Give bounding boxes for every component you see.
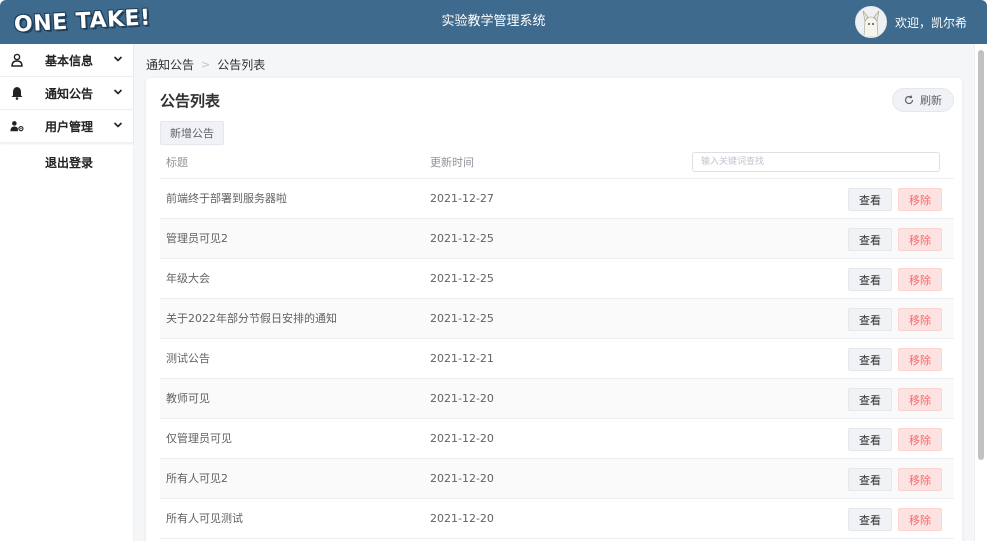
table-row: 前端终于部署到服务器啦 2021-12-27 查看 移除 <box>160 179 954 219</box>
notice-list-card: 公告列表 刷新 新增公告 标题 更新时间 前端终于部署到服务器啦 2021-12… <box>146 78 962 541</box>
refresh-button[interactable]: 刷新 <box>892 88 954 112</box>
row-title: 所有人可见测试 <box>166 512 243 525</box>
table-row: 所有人可见2 2021-12-20 查看 移除 <box>160 459 954 499</box>
chevron-down-icon <box>113 56 123 62</box>
view-button[interactable]: 查看 <box>848 268 892 291</box>
search-input[interactable] <box>692 152 940 172</box>
chevron-down-icon <box>113 122 123 128</box>
refresh-label: 刷新 <box>920 94 942 107</box>
table-row: 测试公告 2021-12-21 查看 移除 <box>160 339 954 379</box>
sidebar-item-notices[interactable]: 通知公告 <box>0 77 133 110</box>
remove-button[interactable]: 移除 <box>898 308 942 331</box>
app-window: ONE TAKE! 实验教学管理系统 欢迎，凯尔希 基本信息 通知公告 用户管理… <box>0 0 987 541</box>
chevron-down-icon <box>113 89 123 95</box>
view-button[interactable]: 查看 <box>848 388 892 411</box>
refresh-icon <box>904 95 914 105</box>
sidebar: 基本信息 通知公告 用户管理 退出登录 <box>0 44 134 541</box>
scrollbar-thumb[interactable] <box>978 50 984 460</box>
remove-button[interactable]: 移除 <box>898 348 942 371</box>
view-button[interactable]: 查看 <box>848 228 892 251</box>
row-time: 2021-12-21 <box>430 352 494 365</box>
breadcrumb-separator: > <box>201 58 211 71</box>
view-button[interactable]: 查看 <box>848 428 892 451</box>
table-row: 教师可见 2021-12-20 查看 移除 <box>160 379 954 419</box>
row-time: 2021-12-20 <box>430 512 494 525</box>
sidebar-item-label: 基本信息 <box>45 53 94 68</box>
table-header: 标题 更新时间 <box>160 146 954 179</box>
avatar-image <box>855 7 886 37</box>
row-title: 教师可见 <box>166 392 210 405</box>
user-cog-icon <box>10 121 24 132</box>
main-content: 通知公告 > 公告列表 公告列表 刷新 新增公告 标题 更新时间 输入关键词查找… <box>134 44 975 541</box>
sidebar-item-basic-info[interactable]: 基本信息 <box>0 44 133 77</box>
add-notice-button[interactable]: 新增公告 <box>160 121 224 145</box>
table-row: 所有人可见测试 2021-12-20 查看 移除 <box>160 499 954 539</box>
row-time: 2021-12-20 <box>430 392 494 405</box>
row-time: 2021-12-25 <box>430 312 494 325</box>
row-title: 管理员可见2 <box>166 232 228 245</box>
app-title: 实验教学管理系统 <box>441 14 546 29</box>
breadcrumb-parent[interactable]: 通知公告 <box>146 56 194 73</box>
welcome-text: 欢迎，凯尔希 <box>894 15 967 30</box>
row-title: 年级大会 <box>166 272 210 285</box>
column-header-title: 标题 <box>166 156 188 169</box>
view-button[interactable]: 查看 <box>848 508 892 531</box>
row-time: 2021-12-27 <box>430 192 494 205</box>
row-time: 2021-12-20 <box>430 432 494 445</box>
view-button[interactable]: 查看 <box>848 188 892 211</box>
avatar[interactable] <box>854 6 887 38</box>
row-title: 仅管理员可见 <box>166 432 232 445</box>
logout-link[interactable]: 退出登录 <box>45 154 93 171</box>
sidebar-item-label: 用户管理 <box>45 119 94 134</box>
breadcrumb: 通知公告 > 公告列表 <box>146 56 265 73</box>
row-time: 2021-12-25 <box>430 232 494 245</box>
scrollbar[interactable] <box>974 44 987 541</box>
top-header: ONE TAKE! 实验教学管理系统 欢迎，凯尔希 <box>0 0 987 44</box>
row-time: 2021-12-25 <box>430 272 494 285</box>
remove-button[interactable]: 移除 <box>898 388 942 411</box>
view-button[interactable]: 查看 <box>848 348 892 371</box>
notice-table: 标题 更新时间 前端终于部署到服务器啦 2021-12-27 查看 移除 管理员… <box>160 146 954 539</box>
column-header-time: 更新时间 <box>430 156 474 169</box>
remove-button[interactable]: 移除 <box>898 508 942 531</box>
remove-button[interactable]: 移除 <box>898 268 942 291</box>
row-title: 关于2022年部分节假日安排的通知 <box>166 312 337 325</box>
bell-icon <box>11 87 23 100</box>
remove-button[interactable]: 移除 <box>898 468 942 491</box>
view-button[interactable]: 查看 <box>848 468 892 491</box>
view-button[interactable]: 查看 <box>848 308 892 331</box>
table-row: 年级大会 2021-12-25 查看 移除 <box>160 259 954 299</box>
remove-button[interactable]: 移除 <box>898 228 942 251</box>
sidebar-item-user-management[interactable]: 用户管理 <box>0 110 133 143</box>
row-time: 2021-12-20 <box>430 472 494 485</box>
row-title: 测试公告 <box>166 352 210 365</box>
table-row: 仅管理员可见 2021-12-20 查看 移除 <box>160 419 954 459</box>
row-title: 前端终于部署到服务器啦 <box>166 192 287 205</box>
page-title: 公告列表 <box>160 92 221 110</box>
user-icon <box>11 53 23 67</box>
table-row: 管理员可见2 2021-12-25 查看 移除 <box>160 219 954 259</box>
remove-button[interactable]: 移除 <box>898 188 942 211</box>
user-area: 欢迎，凯尔希 <box>854 6 967 38</box>
breadcrumb-current: 公告列表 <box>217 58 266 72</box>
remove-button[interactable]: 移除 <box>898 428 942 451</box>
table-row: 关于2022年部分节假日安排的通知 2021-12-25 查看 移除 <box>160 299 954 339</box>
sidebar-item-label: 通知公告 <box>45 86 94 101</box>
row-title: 所有人可见2 <box>166 472 228 485</box>
